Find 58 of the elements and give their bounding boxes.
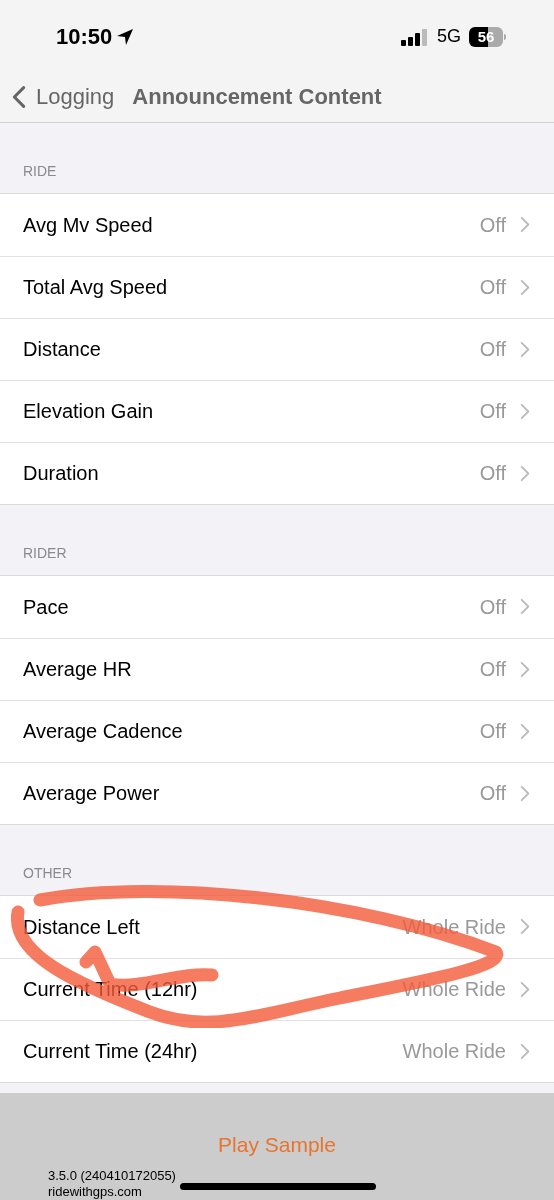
- section-header: OTHER: [23, 863, 72, 883]
- settings-row[interactable]: Distance Off: [0, 317, 554, 380]
- chevron-icon: [520, 402, 530, 420]
- settings-row[interactable]: Average Cadence Off: [0, 699, 554, 762]
- chevron-icon: [12, 84, 26, 109]
- page-title: Announcement Content: [132, 83, 382, 112]
- row-label: Total Avg Speed: [23, 275, 169, 300]
- row-label: Average Cadence: [23, 719, 184, 744]
- section-header: RIDE: [23, 161, 57, 181]
- location-arrow-icon: [116, 27, 135, 46]
- row-value: Off: [479, 399, 506, 424]
- chevron-icon: [520, 598, 530, 615]
- row-label: Distance: [23, 337, 102, 362]
- row-value: Off: [479, 337, 506, 362]
- row-value: Off: [479, 212, 506, 238]
- settings-row[interactable]: Avg Mv Speed Off: [0, 193, 554, 256]
- network-label: 5G: [437, 25, 461, 49]
- row-value: Off: [479, 594, 506, 620]
- settings-row[interactable]: Current Time (12hr) Whole Ride: [0, 957, 554, 1020]
- version-text: 3.5.0 (240410172055): [48, 1168, 176, 1184]
- row-label: Current Time (12hr): [23, 977, 199, 1002]
- row-value: Off: [479, 719, 506, 744]
- row-value: Off: [479, 275, 506, 300]
- row-value: Off: [479, 657, 506, 682]
- back-button[interactable]: Logging: [12, 80, 115, 114]
- chevron-icon: [520, 660, 530, 678]
- row-value: Whole Ride: [402, 1039, 506, 1064]
- row-label: Average Power: [23, 781, 161, 806]
- row-label: Current Time (24hr): [23, 1039, 199, 1064]
- settings-row[interactable]: Average Power Off: [0, 761, 554, 824]
- signal-icon: [401, 27, 429, 46]
- settings-row[interactable]: Total Avg Speed Off: [0, 255, 554, 318]
- chevron-icon: [520, 784, 530, 802]
- settings-row[interactable]: Duration Off: [0, 441, 554, 504]
- settings-row[interactable]: Current Time (24hr) Whole Ride: [0, 1019, 554, 1082]
- settings-row[interactable]: Elevation Gain Off: [0, 379, 554, 442]
- chevron-icon: [520, 918, 530, 935]
- row-label: Distance Left: [23, 914, 141, 940]
- settings-row[interactable]: Average HR Off: [0, 637, 554, 700]
- row-value: Off: [479, 461, 506, 486]
- row-label: Pace: [23, 594, 70, 620]
- row-label: Duration: [23, 461, 100, 486]
- row-label: Elevation Gain: [23, 399, 155, 424]
- row-label: Average HR: [23, 657, 133, 682]
- chevron-icon: [520, 278, 530, 296]
- row-value: Whole Ride: [402, 977, 506, 1002]
- settings-row[interactable]: Pace Off: [0, 575, 554, 638]
- chevron-icon: [520, 340, 530, 358]
- row-label: Avg Mv Speed: [23, 212, 154, 238]
- section-header: RIDER: [23, 543, 67, 563]
- chevron-icon: [520, 980, 530, 998]
- chevron-icon: [520, 722, 530, 740]
- chevron-icon: [520, 1042, 530, 1060]
- chevron-icon: [520, 216, 530, 233]
- website-text: ridewithgps.com: [48, 1184, 143, 1200]
- chevron-icon: [520, 464, 530, 482]
- clock-time: 10:50: [56, 23, 113, 52]
- row-value: Off: [479, 781, 506, 806]
